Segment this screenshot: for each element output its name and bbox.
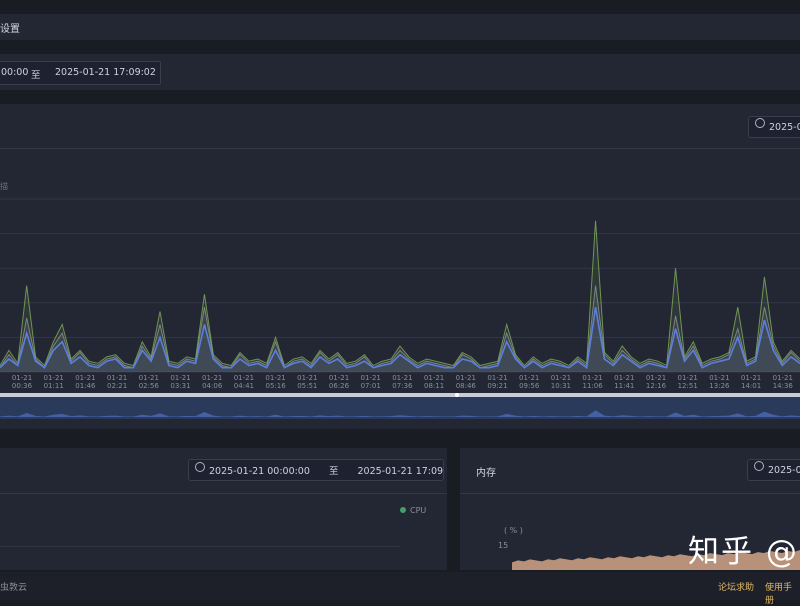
x-tick-date: 01-21 [139,374,159,382]
main-chart-panel: 2025-01 描 01-2100:3601-2101:1101-2101:46… [0,104,800,429]
x-tick-time: 10:31 [551,382,571,390]
range-bar: 00:00 至 2025-01-21 17:09:02 [0,54,800,90]
x-tick-date: 01-21 [424,374,444,382]
watermark: 知乎 @ [688,534,799,570]
x-tick-date: 01-21 [487,374,507,382]
x-tick-date: 01-21 [709,374,729,382]
range-start: 00:00 [1,67,29,78]
x-tick-time: 11:41 [614,382,634,390]
x-tick-date: 01-21 [582,374,602,382]
x-tick-date: 01-21 [361,374,381,382]
x-tick-time: 08:46 [456,382,477,390]
range-separator: 至 [31,70,41,81]
x-tick-time: 12:51 [678,382,698,390]
page-header: 设置 [0,14,800,40]
x-tick-date: 01-21 [44,374,64,382]
x-tick-date: 01-21 [234,374,254,382]
x-tick-time: 14:36 [773,382,794,390]
legend-dot-icon [400,507,406,513]
x-tick-date: 01-21 [741,374,761,382]
x-tick-date: 01-21 [297,374,317,382]
x-tick-time: 09:56 [519,382,540,390]
x-tick-date: 01-21 [646,374,666,382]
x-tick-date: 01-21 [678,374,698,382]
x-tick-date: 01-21 [519,374,539,382]
x-tick-time: 11:06 [583,382,604,390]
x-tick-time: 13:26 [709,382,730,390]
x-tick-time: 08:11 [424,382,444,390]
x-tick-time: 05:16 [266,382,287,390]
x-tick-time: 04:41 [234,382,254,390]
x-tick-time: 06:26 [329,382,350,390]
manual-link[interactable]: 使用手册 [765,580,800,606]
date-range-picker[interactable]: 00:00 至 2025-01-21 17:09:02 [0,61,161,85]
x-tick-time: 03:31 [170,382,190,390]
x-tick-date: 01-21 [107,374,127,382]
x-tick-time: 01:46 [75,382,96,390]
x-tick-time: 02:21 [107,382,127,390]
x-tick-time: 12:16 [646,382,667,390]
x-tick-time: 09:21 [487,382,507,390]
zoom-slider-center-dot[interactable] [455,393,459,397]
x-tick-date: 01-21 [614,374,634,382]
x-tick-date: 01-21 [392,374,412,382]
x-tick-time: 01:11 [44,382,64,390]
x-tick-date: 01-21 [265,374,285,382]
clock-icon [195,462,205,472]
x-tick-time: 05:51 [297,382,317,390]
cpu-legend: CPU [410,506,427,515]
forum-help-link[interactable]: 论坛求助 [718,580,754,593]
x-tick-date: 01-21 [75,374,95,382]
x-tick-date: 01-21 [456,374,476,382]
resource-line-chart: 01-2100:3601-2101:1101-2101:4601-2102:21… [0,198,800,419]
x-tick-time: 00:36 [12,382,33,390]
x-tick-date: 01-21 [12,374,32,382]
grid-line [0,546,400,547]
x-tick-time: 07:36 [392,382,413,390]
x-tick-time: 14:01 [741,382,761,390]
range-end: 2025-01-21 17:09:02 [55,67,156,78]
zoom-slider-handle-bar[interactable] [0,393,800,397]
x-tick-time: 02:56 [139,382,160,390]
page-title: 设置 [0,24,20,35]
x-tick-date: 01-21 [551,374,571,382]
x-tick-date: 01-21 [170,374,190,382]
panel-divider [0,493,447,494]
footer-brand: 虫敦云 [0,583,28,593]
cpu-date-range-picker[interactable]: 2025-01-21 00:00:00 至 2025-01-21 17:09:0… [188,459,444,481]
cpu-panel: 2025-01-21 00:00:00 至 2025-01-21 17:09:0… [0,448,447,570]
x-tick-time: 07:01 [361,382,381,390]
x-tick-date: 01-21 [202,374,222,382]
footer: 虫敦云 论坛求助 使用手册 [0,572,800,606]
x-tick-date: 01-21 [773,374,793,382]
x-tick-date: 01-21 [329,374,349,382]
x-tick-time: 04:06 [202,382,223,390]
